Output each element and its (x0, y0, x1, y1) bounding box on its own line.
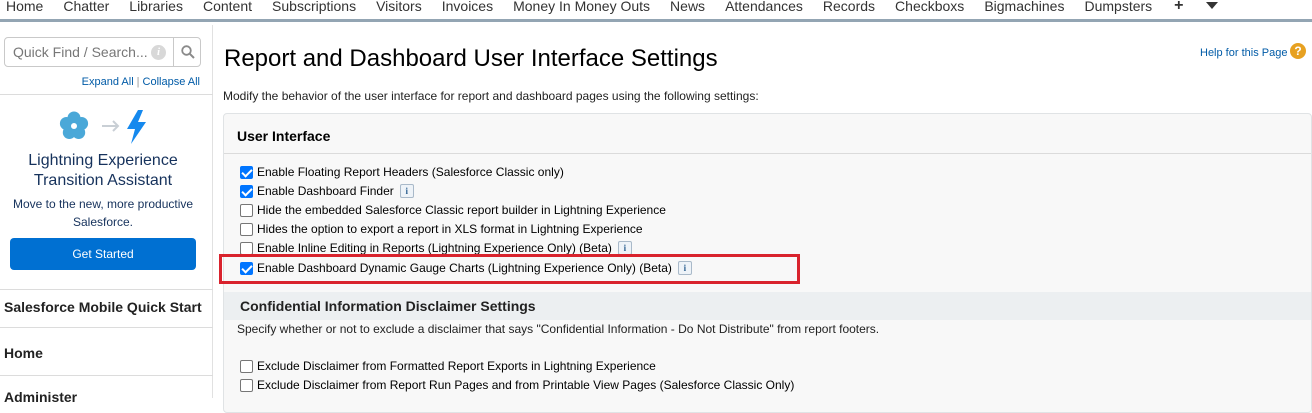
top-navigation-bar: Home Chatter Libraries Content Subscript… (0, 0, 1312, 22)
divider (0, 94, 213, 95)
lightning-bolt-icon (127, 110, 146, 144)
tab-home[interactable]: Home (0, 0, 53, 15)
option-dashboard-finder[interactable]: Enable Dashboard Finder i (240, 183, 414, 199)
checkbox[interactable] (240, 359, 253, 373)
section-header: User Interface (224, 114, 1311, 154)
option-exclude-disclaimer-exports[interactable]: Exclude Disclaimer from Formatted Report… (240, 358, 656, 374)
sidebar-item-administer[interactable]: Administer (0, 389, 212, 405)
quick-find-box: i (4, 37, 201, 67)
info-icon[interactable]: i (151, 45, 166, 60)
help-icon[interactable]: ? (1290, 43, 1306, 59)
classic-to-lightning-icon (59, 110, 146, 144)
option-label: Exclude Disclaimer from Report Run Pages… (257, 378, 795, 392)
option-label: Enable Inline Editing in Reports (Lightn… (257, 241, 612, 255)
checkbox[interactable] (240, 203, 253, 217)
expand-collapse-links: Expand All | Collapse All (0, 76, 200, 88)
tab-money-in-money-outs[interactable]: Money In Money Outs (503, 0, 660, 15)
tab-content[interactable]: Content (193, 0, 262, 15)
tab-bigmachines[interactable]: Bigmachines (974, 0, 1074, 15)
collapse-all-link[interactable]: Collapse All (143, 76, 200, 88)
checkbox[interactable] (240, 378, 253, 392)
option-floating-report-headers[interactable]: Enable Floating Report Headers (Salesfor… (240, 164, 564, 180)
lea-description: Move to the new, more productive Salesfo… (12, 197, 194, 229)
option-label: Hide the embedded Salesforce Classic rep… (257, 203, 666, 217)
checkbox[interactable] (240, 241, 253, 255)
option-exclude-disclaimer-run-pages[interactable]: Exclude Disclaimer from Report Run Pages… (240, 377, 794, 393)
option-label: Enable Dashboard Finder (257, 184, 394, 198)
checkbox[interactable] (240, 222, 253, 236)
divider (0, 327, 213, 328)
search-button[interactable] (173, 38, 201, 66)
section-title-user-interface: User Interface (237, 128, 331, 144)
lea-title: Lightning Experience Transition Assistan… (28, 152, 178, 189)
disclaimer-section-header: Confidential Information Disclaimer Sett… (224, 292, 1311, 320)
expand-all-link[interactable]: Expand All (82, 76, 134, 88)
option-hide-xls-export[interactable]: Hides the option to export a report in X… (240, 221, 643, 237)
tab-invoices[interactable]: Invoices (432, 0, 503, 15)
tab-dumpsters[interactable]: Dumpsters (1074, 0, 1162, 15)
page-description: Modify the behavior of the user interfac… (223, 89, 759, 103)
caret-down-icon[interactable] (1205, 2, 1218, 9)
sidebar-item-mobile-quick-start[interactable]: Salesforce Mobile Quick Start (0, 299, 212, 315)
quick-find-input[interactable] (5, 38, 173, 66)
tab-visitors[interactable]: Visitors (366, 0, 432, 15)
tab-checkboxs[interactable]: Checkboxs (885, 0, 974, 15)
checkbox[interactable] (240, 184, 253, 198)
get-started-button[interactable]: Get Started (10, 238, 196, 270)
highlight-box (219, 254, 800, 284)
section-title-disclaimer: Confidential Information Disclaimer Sett… (240, 298, 536, 314)
tab-attendances[interactable]: Attendances (715, 0, 813, 15)
main-content: Report and Dashboard User Interface Sett… (214, 25, 1312, 413)
info-icon[interactable]: i (399, 184, 414, 198)
plus-icon[interactable]: + (1162, 0, 1195, 15)
option-hide-classic-report-builder[interactable]: Hide the embedded Salesforce Classic rep… (240, 202, 666, 218)
setup-sidebar: i Expand All|Collapse All Lightning Expe… (0, 25, 213, 405)
divider (0, 375, 213, 376)
option-label: Exclude Disclaimer from Formatted Report… (257, 359, 656, 373)
page-title: Report and Dashboard User Interface Sett… (224, 45, 718, 72)
tab-chatter[interactable]: Chatter (53, 0, 119, 15)
checkbox[interactable] (240, 165, 253, 179)
help-for-this-page-link[interactable]: Help for this Page (1200, 47, 1287, 59)
link-separator: | (136, 76, 140, 88)
info-icon[interactable]: i (617, 241, 632, 255)
disclaimer-description: Specify whether or not to exclude a disc… (237, 322, 880, 336)
tab-records[interactable]: Records (813, 0, 885, 15)
divider (0, 289, 213, 290)
option-label: Enable Floating Report Headers (Salesfor… (257, 165, 564, 179)
sidebar-item-home[interactable]: Home (0, 345, 212, 361)
option-label: Hides the option to export a report in X… (257, 222, 643, 236)
search-icon (181, 45, 195, 59)
tab-news[interactable]: News (660, 0, 715, 15)
tab-subscriptions[interactable]: Subscriptions (262, 0, 366, 15)
tab-libraries[interactable]: Libraries (119, 0, 193, 15)
